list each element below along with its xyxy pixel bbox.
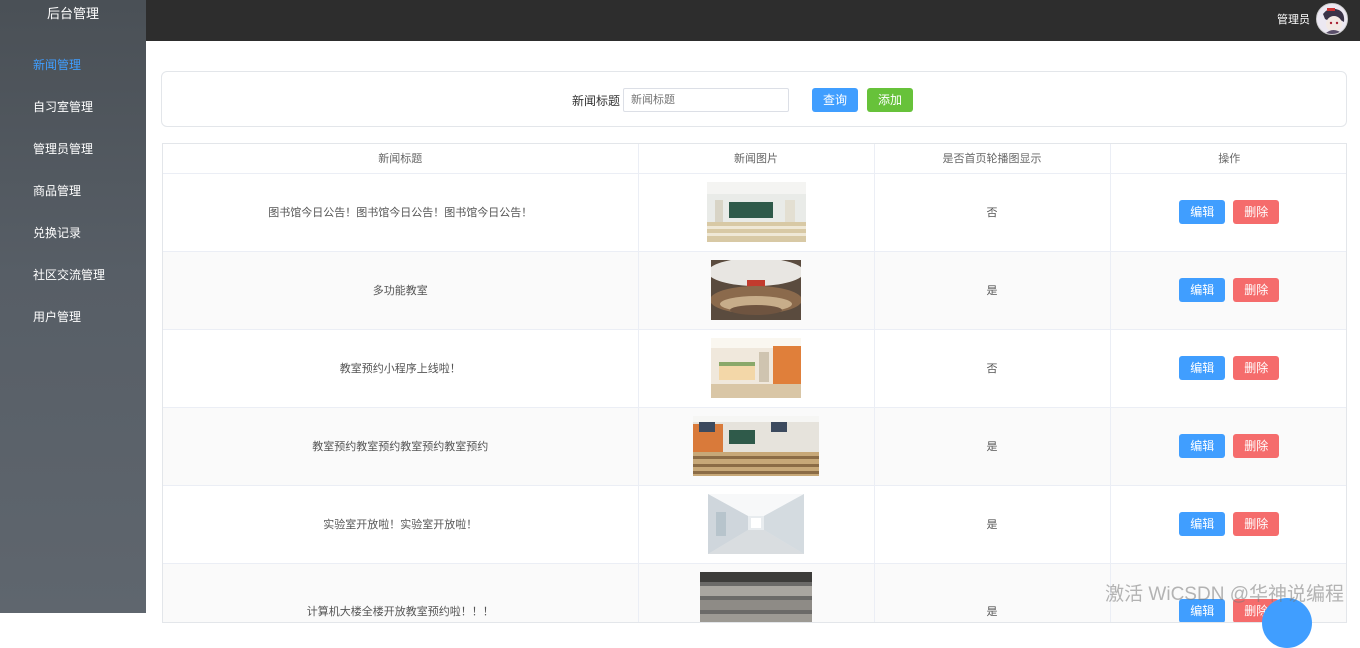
news-image-cell	[638, 563, 874, 623]
search-panel: 新闻标题 查询 添加	[161, 71, 1347, 127]
news-image-cell	[638, 407, 874, 485]
actions-cell: 编辑删除	[1110, 407, 1347, 485]
news-title-cell: 图书馆今日公告！图书馆今日公告！图书馆今日公告！	[163, 173, 638, 251]
delete-button[interactable]: 删除	[1233, 278, 1279, 302]
table-row: 图书馆今日公告！图书馆今日公告！图书馆今日公告！	[163, 173, 1347, 251]
table-header-row: 新闻标题 新闻图片 是否首页轮播图显示 操作	[163, 144, 1347, 173]
sidebar-item-exchange-records[interactable]: 兑换记录	[0, 212, 146, 254]
column-header-carousel: 是否首页轮播图显示	[874, 144, 1110, 173]
news-title-cell: 计算机大楼全楼开放教室预约啦！！！	[163, 563, 638, 623]
top-header: 管理员	[146, 0, 1360, 41]
computer-room-photo	[700, 572, 812, 623]
carousel-flag-cell: 是	[874, 563, 1110, 623]
carousel-flag-cell: 是	[874, 251, 1110, 329]
search-label: 新闻标题	[572, 92, 620, 109]
edit-button[interactable]: 编辑	[1179, 434, 1225, 458]
lab-corridor-photo	[708, 494, 804, 554]
avatar-icon[interactable]	[1316, 3, 1348, 35]
sidebar-item-community[interactable]: 社区交流管理	[0, 254, 146, 296]
actions-cell: 编辑删除	[1110, 485, 1347, 563]
sidebar-item-admins[interactable]: 管理员管理	[0, 128, 146, 170]
edit-button[interactable]: 编辑	[1179, 200, 1225, 224]
lobby-photo	[711, 338, 801, 398]
delete-button[interactable]: 删除	[1233, 356, 1279, 380]
sidebar: 后台管理 新闻管理 自习室管理 管理员管理 商品管理 兑换记录 社区交流管理 用…	[0, 0, 146, 613]
news-image-cell	[638, 329, 874, 407]
table-row: 教室预约教室预约教室预约教室预约	[163, 407, 1347, 485]
column-header-image: 新闻图片	[638, 144, 874, 173]
column-header-title: 新闻标题	[163, 144, 638, 173]
classroom-photo-1	[707, 182, 806, 242]
lecture-hall-photo	[711, 260, 801, 320]
sidebar-item-study-rooms[interactable]: 自习室管理	[0, 86, 146, 128]
table-row: 教室预约小程序上线啦！ 否	[163, 329, 1347, 407]
actions-cell: 编辑删除	[1110, 329, 1347, 407]
query-button[interactable]: 查询	[812, 88, 858, 112]
sidebar-item-users[interactable]: 用户管理	[0, 296, 146, 338]
sidebar-menu: 新闻管理 自习室管理 管理员管理 商品管理 兑换记录 社区交流管理 用户管理	[0, 44, 146, 338]
add-button[interactable]: 添加	[867, 88, 913, 112]
column-header-actions: 操作	[1110, 144, 1347, 173]
user-name[interactable]: 管理员	[1277, 11, 1310, 27]
news-image-cell	[638, 173, 874, 251]
carousel-flag-cell: 是	[874, 485, 1110, 563]
carousel-flag-cell: 否	[874, 329, 1110, 407]
actions-cell: 编辑删除	[1110, 251, 1347, 329]
sidebar-item-news[interactable]: 新闻管理	[0, 44, 146, 86]
sidebar-item-products[interactable]: 商品管理	[0, 170, 146, 212]
news-title-search-input[interactable]	[623, 88, 789, 112]
table-row: 多功能教室 是 编辑删除	[163, 251, 1347, 329]
classroom-photo-2	[693, 416, 819, 476]
news-title-cell: 教室预约教室预约教室预约教室预约	[163, 407, 638, 485]
edit-button[interactable]: 编辑	[1179, 356, 1225, 380]
actions-cell: 编辑删除	[1110, 173, 1347, 251]
news-image-cell	[638, 485, 874, 563]
delete-button[interactable]: 删除	[1233, 200, 1279, 224]
watermark: 激活 WiCSDN @华神说编程	[1105, 579, 1344, 606]
news-table: 新闻标题 新闻图片 是否首页轮播图显示 操作 图书馆今日公告！图书馆今日公告！图…	[162, 143, 1347, 623]
app-title: 后台管理	[0, 0, 146, 30]
edit-button[interactable]: 编辑	[1179, 278, 1225, 302]
table-row: 实验室开放啦！实验室开放啦！ 是	[163, 485, 1347, 563]
news-title-cell: 教室预约小程序上线啦！	[163, 329, 638, 407]
edit-button[interactable]: 编辑	[1179, 512, 1225, 536]
delete-button[interactable]: 删除	[1233, 512, 1279, 536]
carousel-flag-cell: 否	[874, 173, 1110, 251]
delete-button[interactable]: 删除	[1233, 434, 1279, 458]
news-image-cell	[638, 251, 874, 329]
carousel-flag-cell: 是	[874, 407, 1110, 485]
news-title-cell: 实验室开放啦！实验室开放啦！	[163, 485, 638, 563]
news-title-cell: 多功能教室	[163, 251, 638, 329]
